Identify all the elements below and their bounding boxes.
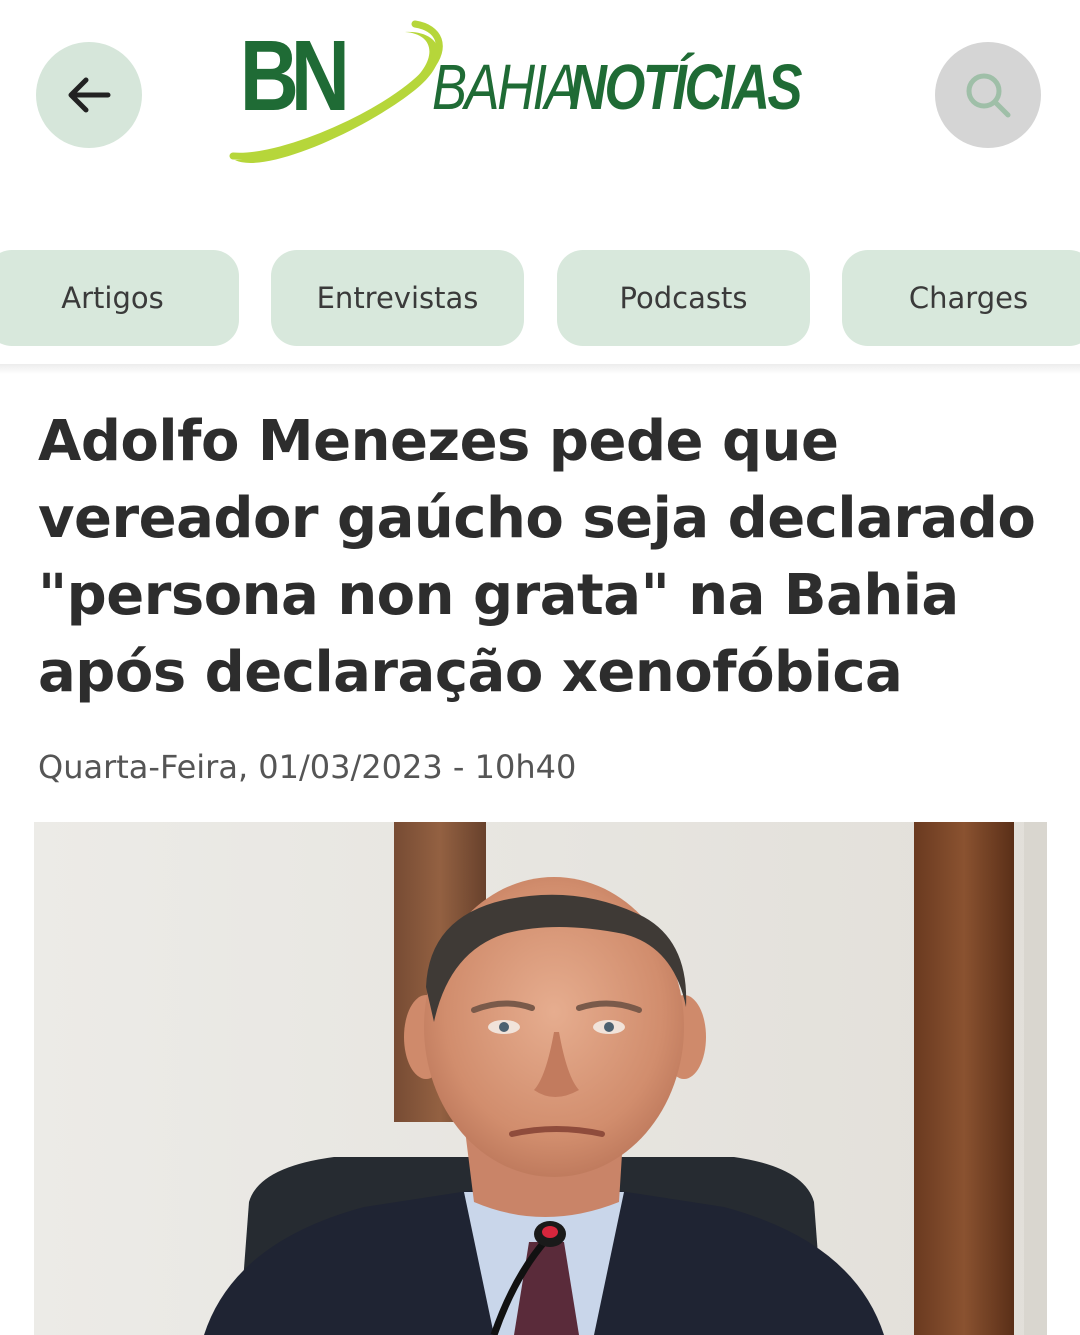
search-button[interactable] bbox=[935, 42, 1041, 148]
article-date: Quarta-Feira, 01/03/2023 - 10h40 bbox=[38, 748, 577, 786]
tab-artigos[interactable]: Artigos bbox=[0, 250, 239, 346]
header-divider bbox=[0, 364, 1080, 374]
logo-monogram: BN bbox=[240, 20, 345, 132]
bahia-noticias-logo[interactable]: BN BAHIA NOTÍCIAS bbox=[225, 10, 855, 180]
tab-label: Charges bbox=[908, 281, 1029, 315]
search-icon bbox=[966, 73, 1011, 118]
article-photo-illustration bbox=[34, 822, 1047, 1335]
tab-label: Entrevistas bbox=[316, 281, 479, 315]
arrow-left-icon bbox=[68, 77, 111, 113]
article-title: Adolfo Menezes pede que vereador gaúcho … bbox=[38, 409, 1036, 705]
tab-label: Artigos bbox=[61, 281, 164, 315]
tab-podcasts[interactable]: Podcasts bbox=[557, 250, 810, 346]
article-page: BN BAHIA NOTÍCIAS Artigos Entrevistas Pod… bbox=[0, 0, 1080, 1335]
app-header: BN BAHIA NOTÍCIAS bbox=[0, 0, 1080, 200]
logo-word-bold: NOTÍCIAS bbox=[569, 51, 803, 123]
tab-charges[interactable]: Charges bbox=[842, 250, 1080, 346]
logo-word-light: BAHIA bbox=[432, 51, 580, 123]
category-tabs: Artigos Entrevistas Podcasts Charges bbox=[0, 250, 1080, 346]
article-photo[interactable] bbox=[34, 822, 1047, 1335]
tab-entrevistas[interactable]: Entrevistas bbox=[271, 250, 524, 346]
back-button[interactable] bbox=[36, 42, 142, 148]
tab-label: Podcasts bbox=[619, 281, 748, 315]
logo-wordmark: BAHIA NOTÍCIAS bbox=[432, 50, 851, 130]
